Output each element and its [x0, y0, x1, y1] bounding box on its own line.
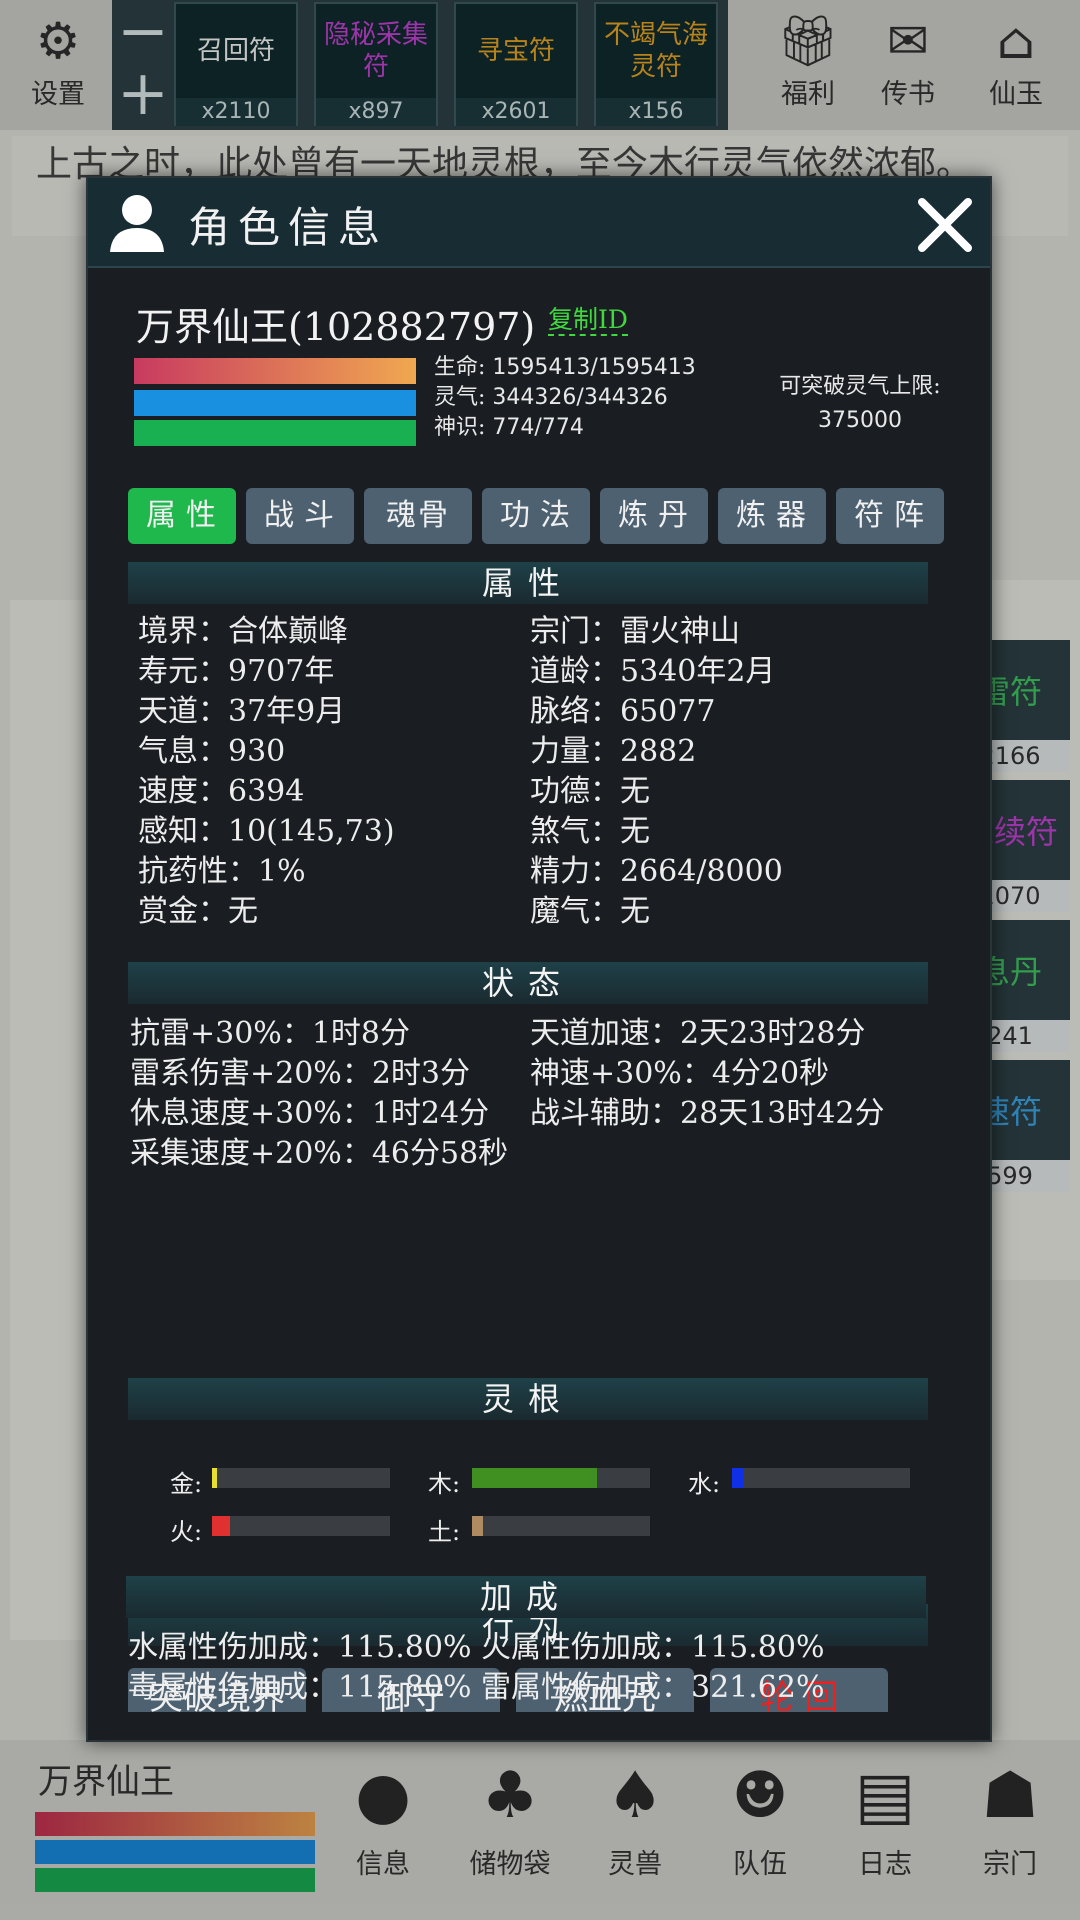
attr-breath: 气息：930 [138, 734, 286, 769]
close-icon[interactable] [916, 196, 974, 254]
attr-lifespan: 寿元：9707年 [138, 654, 335, 689]
root-fill-fire [212, 1516, 230, 1536]
attr-energy: 精力：2664/8000 [530, 854, 783, 889]
dialog-header: 角色信息 [88, 178, 990, 268]
attr-killing-aura: 煞气：无 [530, 814, 650, 849]
root-label-earth: 土: [428, 1518, 461, 1546]
root-label-water: 水: [688, 1470, 721, 1498]
qi-value: 344326/344326 [492, 385, 668, 410]
status-item: 天道加速：2天23时28分 [530, 1016, 866, 1051]
section-title-status: 状态 [128, 962, 928, 1004]
player-name-id: 万界仙王(102882797) [136, 305, 536, 349]
sense-bar [134, 420, 416, 446]
sense-label: 神识: [434, 415, 486, 440]
user-icon [110, 195, 164, 252]
tab-forging[interactable]: 炼器 [718, 488, 826, 544]
attr-perception: 感知：10(145,73) [138, 814, 395, 849]
tab-alchemy[interactable]: 炼丹 [600, 488, 708, 544]
sense-value: 774/774 [492, 415, 584, 440]
hp-bar [134, 358, 416, 384]
root-label-wood: 木: [428, 1470, 461, 1498]
attr-realm: 境界：合体巅峰 [138, 614, 348, 649]
status-item: 采集速度+20%：46分58秒 [130, 1136, 509, 1171]
tab-attributes[interactable]: 属性 [128, 488, 236, 544]
attr-demonic-qi: 魔气：无 [530, 894, 650, 929]
bonus-line: 毒属性伤加成：115.80% 雷属性伤加成：321.62% [128, 1670, 825, 1705]
tab-soul-bone[interactable]: 魂骨 [364, 488, 472, 544]
status-item: 战斗辅助：28天13时42分 [530, 1096, 885, 1131]
tab-battle[interactable]: 战斗 [246, 488, 354, 544]
bonus-panel: 加成 水属性伤加成：115.80% 火属性伤加成：115.80% 毒属性伤加成：… [116, 1576, 974, 1706]
hp-label: 生命: [434, 355, 486, 380]
hp-value: 1595413/1595413 [492, 355, 696, 380]
hp-stat: 生命: 1595413/1595413 [434, 354, 696, 382]
root-bar-wood [472, 1468, 650, 1488]
root-fill-earth [472, 1516, 483, 1536]
tab-formation[interactable]: 符阵 [836, 488, 944, 544]
root-fill-wood [472, 1468, 597, 1488]
root-fill-metal [212, 1468, 218, 1488]
attr-speed: 速度：6394 [138, 774, 305, 809]
status-item: 雷系伤害+20%：2时3分 [130, 1056, 470, 1091]
break-limit-value: 375000 [818, 408, 902, 433]
qi-label: 灵气: [434, 385, 486, 410]
attr-meridians: 脉络：65077 [530, 694, 716, 729]
attributes-panel[interactable]: 属性 境界：合体巅峰 寿元：9707年 天道：37年9月 气息：930 速度：6… [118, 562, 976, 1712]
copy-id-link[interactable]: 复制ID [548, 306, 628, 336]
root-bar-metal [212, 1468, 390, 1488]
qi-stat: 灵气: 344326/344326 [434, 384, 668, 412]
attr-heaven-way: 天道：37年9月 [138, 694, 346, 729]
attr-merit: 功德：无 [530, 774, 650, 809]
section-title-roots-text: 灵根 [128, 1378, 928, 1420]
sense-stat: 神识: 774/774 [434, 414, 584, 442]
tab-skills[interactable]: 功法 [482, 488, 590, 544]
section-title-bonus: 加成 [126, 1576, 926, 1618]
status-item: 神速+30%：4分20秒 [530, 1056, 830, 1091]
bonus-line: 水属性伤加成：115.80% 火属性伤加成：115.80% [128, 1630, 825, 1665]
attr-strength: 力量：2882 [530, 734, 697, 769]
attr-bounty: 赏金：无 [138, 894, 258, 929]
root-fill-water [732, 1468, 743, 1488]
character-info-dialog: 角色信息 万界仙王(102882797) 复制ID 生命: 1595413/15… [86, 176, 992, 1742]
section-title-attributes: 属性 [128, 562, 928, 604]
root-bar-water [732, 1468, 910, 1488]
attr-drug-resistance: 抗药性：1% [138, 854, 306, 889]
root-label-metal: 金: [170, 1470, 203, 1498]
attr-sect: 宗门：雷火神山 [530, 614, 740, 649]
tab-bar: 属性 战斗 魂骨 功法 炼丹 炼器 符阵 [128, 488, 958, 546]
root-label-fire: 火: [170, 1518, 203, 1546]
qi-bar [134, 390, 416, 416]
attr-dao-age: 道龄：5340年2月 [530, 654, 776, 689]
root-bar-fire [212, 1516, 390, 1536]
status-item: 抗雷+30%：1时8分 [130, 1016, 410, 1051]
root-bar-earth [472, 1516, 650, 1536]
status-item: 休息速度+30%：1时24分 [130, 1096, 490, 1131]
break-limit-label: 可突破灵气上限: [779, 374, 941, 399]
dialog-title: 角色信息 [188, 203, 389, 252]
